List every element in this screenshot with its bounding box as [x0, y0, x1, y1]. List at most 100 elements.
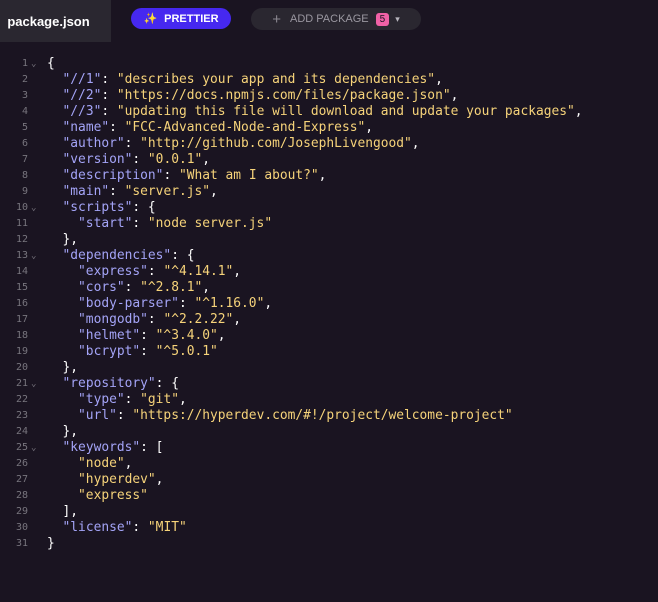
code-line[interactable]: 14 "express": "^4.14.1",: [0, 264, 658, 280]
code-line[interactable]: 29 ],: [0, 504, 658, 520]
code-line[interactable]: 4 "//3": "updating this file will downlo…: [0, 104, 658, 120]
json-punctuation: ,: [264, 296, 273, 311]
code-editor[interactable]: 1 ⌄{2 "//1": "describes your app and its …: [0, 56, 658, 552]
code-line[interactable]: 8 "description": "What am I about?",: [0, 168, 658, 184]
json-punctuation: ,: [178, 392, 187, 407]
json-punctuation: ],: [62, 504, 79, 519]
file-tab-package-json[interactable]: package.json: [0, 0, 111, 42]
line-number: 11: [15, 218, 28, 229]
code-line[interactable]: 11 "start": "node server.js": [0, 216, 658, 232]
json-punctuation: : {: [171, 248, 195, 263]
json-key: "version": [62, 152, 133, 167]
json-punctuation: :: [101, 72, 117, 87]
code-line[interactable]: 9 "main": "server.js",: [0, 184, 658, 200]
code-line[interactable]: 5 "name": "FCC-Advanced-Node-and-Express…: [0, 120, 658, 136]
code-line[interactable]: 2 "//1": "describes your app and its dep…: [0, 72, 658, 88]
line-number: 9: [21, 186, 28, 197]
line-number: 10: [15, 202, 28, 213]
code-line[interactable]: 24 },: [0, 424, 658, 440]
code-text: "repository": {: [47, 376, 179, 392]
json-string: "describes your app and its dependencies…: [116, 72, 436, 87]
code-line[interactable]: 13 ⌄ "dependencies": {: [0, 248, 658, 264]
code-line[interactable]: 31}: [0, 536, 658, 552]
json-key: "description": [62, 168, 164, 183]
code-line[interactable]: 12 },: [0, 232, 658, 248]
code-line[interactable]: 27 "hyperdev",: [0, 472, 658, 488]
line-number: 26: [15, 458, 28, 469]
fold-chevron-icon[interactable]: ⌄: [31, 440, 36, 456]
code-text: "body-parser": "^1.16.0",: [47, 296, 272, 312]
code-text: }: [47, 536, 55, 552]
code-line[interactable]: 26 "node",: [0, 456, 658, 472]
json-string: "What am I about?": [178, 168, 319, 183]
json-string: "^1.16.0": [194, 296, 265, 311]
code-text: "express": [47, 488, 148, 504]
line-number: 16: [15, 298, 28, 309]
plus-icon: +: [272, 10, 281, 28]
code-line[interactable]: 23 "url": "https://hyperdev.com/#!/proje…: [0, 408, 658, 424]
code-line[interactable]: 6 "author": "http://github.com/JosephLiv…: [0, 136, 658, 152]
code-line[interactable]: 22 "type": "git",: [0, 392, 658, 408]
json-key: "author": [62, 136, 125, 151]
code-text: "cors": "^2.8.1",: [47, 280, 210, 296]
code-line[interactable]: 19 "bcrypt": "^5.0.1": [0, 344, 658, 360]
line-number: 15: [15, 282, 28, 293]
code-line[interactable]: 20 },: [0, 360, 658, 376]
json-punctuation: },: [62, 360, 79, 375]
json-punctuation: :: [140, 344, 156, 359]
code-line[interactable]: 3 "//2": "https://docs.npmjs.com/files/p…: [0, 88, 658, 104]
json-punctuation: :: [101, 104, 117, 119]
fold-chevron-icon[interactable]: ⌄: [31, 376, 36, 392]
add-package-button[interactable]: + ADD PACKAGE 5 ▾: [251, 8, 421, 30]
fold-chevron-icon[interactable]: ⌄: [31, 56, 36, 72]
code-line[interactable]: 28 "express": [0, 488, 658, 504]
json-punctuation: }: [47, 536, 55, 551]
line-number: 1: [21, 58, 28, 69]
line-number: 12: [15, 234, 28, 245]
code-line[interactable]: 16 "body-parser": "^1.16.0",: [0, 296, 658, 312]
json-punctuation: :: [101, 88, 117, 103]
line-number: 20: [15, 362, 28, 373]
json-key: "start": [78, 216, 133, 231]
line-number: 14: [15, 266, 28, 277]
line-number: 7: [21, 154, 28, 165]
code-line[interactable]: 10 ⌄ "scripts": {: [0, 200, 658, 216]
json-punctuation: ,: [574, 104, 583, 119]
code-line[interactable]: 7 "version": "0.0.1",: [0, 152, 658, 168]
json-key: "//2": [62, 88, 102, 103]
json-punctuation: ,: [435, 72, 443, 87]
json-punctuation: :: [109, 120, 125, 135]
json-punctuation: : {: [132, 200, 156, 215]
line-number: 21: [15, 378, 28, 389]
json-string: "server.js": [124, 184, 211, 199]
line-number: 27: [15, 474, 28, 485]
fold-chevron-icon[interactable]: ⌄: [31, 248, 36, 264]
prettier-button[interactable]: ✨ PRETTIER: [131, 8, 231, 29]
code-line[interactable]: 30 "license": "MIT": [0, 520, 658, 536]
code-text: },: [47, 360, 79, 376]
code-line[interactable]: 25 ⌄ "keywords": [: [0, 440, 658, 456]
code-line[interactable]: 15 "cors": "^2.8.1",: [0, 280, 658, 296]
json-string: "http://github.com/JosephLivengood": [140, 136, 412, 151]
line-number: 30: [15, 522, 28, 533]
fold-chevron-icon[interactable]: ⌄: [31, 200, 36, 216]
code-line[interactable]: 21 ⌄ "repository": {: [0, 376, 658, 392]
json-punctuation: ,: [318, 168, 327, 183]
json-punctuation: },: [62, 232, 79, 247]
json-string: "0.0.1": [147, 152, 203, 167]
json-string: "node server.js": [147, 216, 273, 231]
json-key: "mongodb": [78, 312, 148, 327]
code-text: "scripts": {: [47, 200, 156, 216]
code-line[interactable]: 1 ⌄ {: [0, 56, 658, 72]
sparkle-icon: ✨: [143, 13, 158, 25]
json-string: "^3.4.0": [155, 328, 218, 343]
json-string: "^5.0.1": [155, 344, 218, 359]
code-text: "type": "git",: [47, 392, 187, 408]
json-string: "MIT": [147, 520, 187, 535]
json-punctuation: ,: [233, 264, 242, 279]
code-line[interactable]: 17 "mongodb": "^2.2.22",: [0, 312, 658, 328]
line-number: 29: [15, 506, 28, 517]
json-punctuation: :: [109, 184, 125, 199]
json-punctuation: ,: [202, 152, 211, 167]
code-line[interactable]: 18 "helmet": "^3.4.0",: [0, 328, 658, 344]
